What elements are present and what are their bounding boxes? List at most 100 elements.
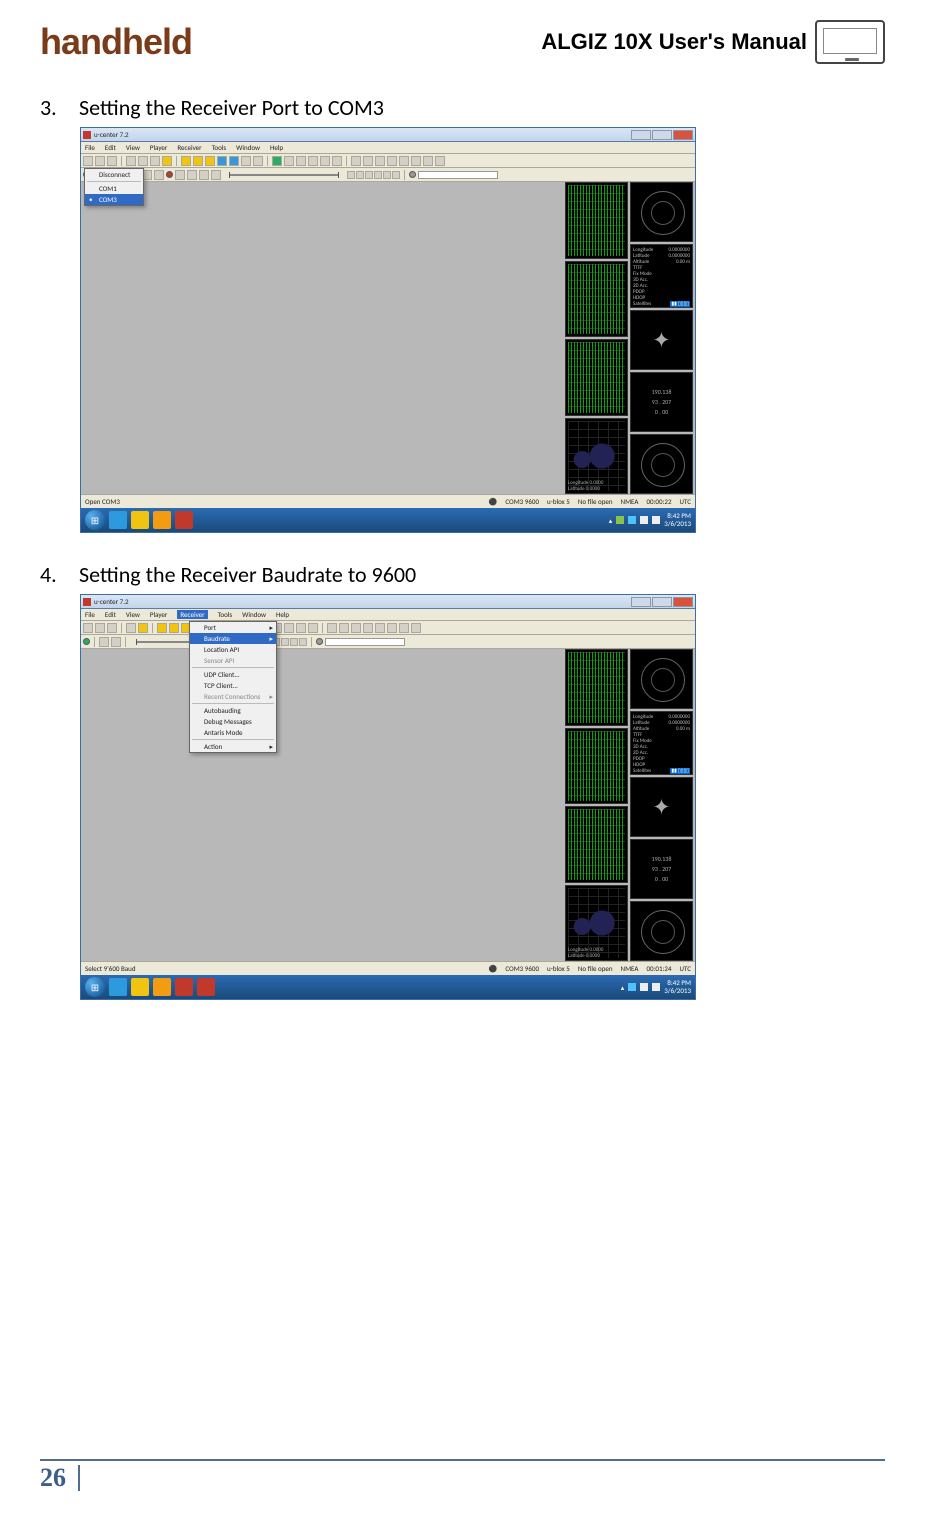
toolbar-button[interactable] <box>284 623 294 633</box>
minimize-button[interactable] <box>631 130 651 140</box>
taskbar-ie-icon[interactable] <box>109 511 127 529</box>
toolbar-button[interactable] <box>126 623 136 633</box>
toolbar-button[interactable] <box>83 156 93 166</box>
taskbar-ie-icon[interactable] <box>109 978 127 996</box>
menu-player[interactable]: Player <box>150 143 167 152</box>
toolbar-button[interactable] <box>187 170 197 180</box>
play-prev-icon[interactable] <box>347 171 355 179</box>
toolbar-button[interactable] <box>320 156 330 166</box>
toolbar-button[interactable] <box>95 156 105 166</box>
close-button[interactable] <box>673 597 693 607</box>
toolbar-button[interactable] <box>375 156 385 166</box>
toolbar-button[interactable] <box>387 623 397 633</box>
toolbar-button[interactable] <box>217 156 227 166</box>
toolbar-button[interactable] <box>138 623 148 633</box>
tray-chevron-icon[interactable]: ▴ <box>609 516 613 525</box>
taskbar-media-icon[interactable] <box>153 978 171 996</box>
toolbar-button[interactable] <box>199 170 209 180</box>
tray-volume-icon[interactable] <box>652 516 660 524</box>
toolbar-button[interactable] <box>162 156 172 166</box>
toolbar-button[interactable] <box>229 156 239 166</box>
menu-edit[interactable]: Edit <box>105 143 116 152</box>
toolbar-button[interactable] <box>296 623 306 633</box>
menu-player[interactable]: Player <box>150 610 167 619</box>
toolbar-button[interactable] <box>99 637 109 647</box>
toolbar-button[interactable] <box>272 156 282 166</box>
menu-edit[interactable]: Edit <box>105 610 116 619</box>
menu-view[interactable]: View <box>126 610 140 619</box>
taskbar-clock[interactable]: 8:42 PM 3/6/2013 <box>664 512 691 528</box>
menu-tools[interactable]: Tools <box>218 610 233 619</box>
menu-item-udp-client[interactable]: UDP Client... <box>190 669 276 680</box>
toolbar-button[interactable] <box>138 156 148 166</box>
tray-chevron-icon[interactable]: ▴ <box>621 983 625 992</box>
maximize-button[interactable] <box>652 130 672 140</box>
record-indicator[interactable] <box>166 171 173 178</box>
menu-tools[interactable]: Tools <box>212 143 227 152</box>
menu-item-debug-messages[interactable]: Debug Messages <box>190 716 276 727</box>
toolbar-button[interactable] <box>107 623 117 633</box>
taskbar-app-icon[interactable] <box>197 978 215 996</box>
toolbar-button[interactable] <box>351 156 361 166</box>
toolbar-button[interactable] <box>154 170 164 180</box>
start-button[interactable]: ⊞ <box>85 977 105 997</box>
menu-receiver[interactable]: Receiver <box>177 610 207 619</box>
dropdown-item-disconnect[interactable]: Disconnect <box>85 169 143 180</box>
toolbar-button[interactable] <box>253 156 263 166</box>
toolbar-button[interactable] <box>351 623 361 633</box>
toolbar-button[interactable] <box>399 623 409 633</box>
toolbar-button[interactable] <box>175 170 185 180</box>
taskbar-explorer-icon[interactable] <box>131 978 149 996</box>
toolbar-button[interactable] <box>435 156 445 166</box>
menu-item-baudrate[interactable]: Baudrate <box>190 633 276 644</box>
toolbar-button[interactable] <box>95 623 105 633</box>
play-next-icon[interactable] <box>365 171 373 179</box>
play-end-icon[interactable] <box>383 171 391 179</box>
taskbar-clock[interactable]: 8:42 PM 3/6/2013 <box>664 979 691 995</box>
menu-item-antaris-mode[interactable]: Antaris Mode <box>190 727 276 738</box>
menu-item-autobauding[interactable]: Autobauding <box>190 705 276 716</box>
minimize-button[interactable] <box>631 597 651 607</box>
toolbar-button[interactable] <box>296 156 306 166</box>
toolbar-button[interactable] <box>387 156 397 166</box>
tray-network-icon[interactable] <box>640 983 648 991</box>
toolbar-button[interactable] <box>363 156 373 166</box>
toolbar-button[interactable] <box>339 623 349 633</box>
tray-volume-icon[interactable] <box>652 983 660 991</box>
toolbar-button[interactable] <box>126 156 136 166</box>
dropdown-item-com1[interactable]: COM1 <box>85 183 143 194</box>
toolbar-button[interactable] <box>107 156 117 166</box>
menu-window[interactable]: Window <box>236 143 260 152</box>
play-stop-icon[interactable] <box>281 638 289 646</box>
taskbar-app-icon[interactable] <box>175 978 193 996</box>
taskbar-explorer-icon[interactable] <box>131 511 149 529</box>
taskbar-media-icon[interactable] <box>153 511 171 529</box>
toolbar-button[interactable] <box>423 156 433 166</box>
tray-icon[interactable] <box>616 516 624 524</box>
connection-indicator[interactable] <box>83 638 90 645</box>
toolbar-button[interactable] <box>181 156 191 166</box>
play-stop-icon[interactable] <box>374 171 382 179</box>
menu-view[interactable]: View <box>126 143 140 152</box>
timeline-slider[interactable] <box>229 174 339 176</box>
maximize-button[interactable] <box>652 597 672 607</box>
tray-network-icon[interactable] <box>640 516 648 524</box>
play-loop-icon[interactable] <box>299 638 307 646</box>
taskbar-app-icon[interactable] <box>175 511 193 529</box>
play-loop-icon[interactable] <box>392 171 400 179</box>
menu-file[interactable]: File <box>85 143 95 152</box>
toolbar-button[interactable] <box>411 623 421 633</box>
tray-icon[interactable] <box>628 516 636 524</box>
toolbar-button[interactable] <box>363 623 373 633</box>
toolbar-button[interactable] <box>205 156 215 166</box>
menu-window[interactable]: Window <box>242 610 266 619</box>
toolbar-button[interactable] <box>193 156 203 166</box>
play-icon[interactable] <box>356 171 364 179</box>
play-end-icon[interactable] <box>290 638 298 646</box>
menu-help[interactable]: Help <box>270 143 283 152</box>
tray-icon[interactable] <box>628 983 636 991</box>
toolbar-button[interactable] <box>375 623 385 633</box>
menu-item-action[interactable]: Action <box>190 741 276 752</box>
toolbar-button[interactable] <box>211 170 221 180</box>
toolbar-button[interactable] <box>241 156 251 166</box>
